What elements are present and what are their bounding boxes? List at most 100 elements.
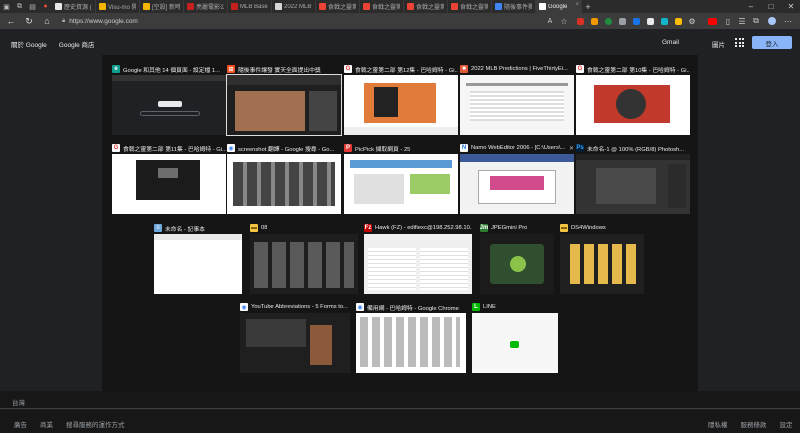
footer-link-privacy[interactable]: 隱私權 (708, 419, 728, 429)
vertical-tabs-icon[interactable]: ▤ (26, 0, 39, 13)
window-title: 未命名-1 @ 100% (RGB/8) Photosh... (587, 146, 685, 153)
extension-yellow-icon[interactable] (672, 13, 684, 29)
images-link[interactable]: 圖片 (712, 39, 725, 49)
window-card[interactable]: ◉ screenshot 翻譯 - Google 搜尋 - Go... (227, 142, 341, 214)
extension-red-icon[interactable] (574, 13, 586, 29)
close-window-icon[interactable]: ✕ (567, 145, 574, 152)
tab-favicon-icon (319, 3, 326, 10)
collections-icon[interactable]: ⧉ (750, 13, 762, 29)
browser-tab[interactable]: Google × (536, 0, 582, 13)
workspaces-icon[interactable]: ⧉ (13, 0, 26, 13)
window-thumbnail (112, 75, 226, 135)
favorite-star-icon[interactable]: ☆ (558, 13, 570, 29)
youtube-extension-icon[interactable] (706, 13, 718, 29)
window-card[interactable]: e Google 和其他 14 個頁面 - 設定檔 1... (112, 63, 226, 135)
sidebar-icon[interactable]: ▯ (722, 13, 734, 29)
read-aloud-icon[interactable]: A (544, 13, 556, 29)
tab-favicon-icon (363, 3, 370, 10)
extension-puzzle-icon[interactable]: ⚙ (686, 13, 698, 29)
browser-tab[interactable]: 食戟之靈第... (316, 0, 360, 13)
window-card[interactable]: Ps 未命名-1 @ 100% (RGB/8) Photosh... (576, 142, 690, 214)
window-title: Namo WebEditor 2006 - [C:\Users\... (471, 145, 566, 151)
window-card[interactable]: Fz Hawk (FZ) - edifiexc@198.252.98.10... (364, 222, 472, 294)
new-tab-button[interactable]: + (582, 2, 594, 12)
profile-icon[interactable] (766, 13, 778, 29)
window-title: 食戟之靈第二部 第12集 - 巴哈姆特 - Gi... (355, 67, 458, 74)
tab-title: Visu-mo 開刊... (108, 5, 136, 11)
browser-tab[interactable]: MLB Baseball... (228, 0, 272, 13)
gmail-link[interactable]: Gmail (662, 39, 679, 46)
windows-icon: ⊞ (227, 65, 235, 73)
tab-strip: ▣ ⧉ ▤ ● 歷史資源 (Go... Visu-mo 開刊... [空設] 新時尚… (0, 0, 800, 13)
browser-tab[interactable]: 隨後事件獨... (492, 0, 536, 13)
extension-green-icon[interactable] (602, 13, 614, 29)
namo-icon: N (460, 144, 468, 152)
browser-tab[interactable]: 食戟之靈第... (448, 0, 492, 13)
footer-left-links: 廣告 商業 搜尋服務的運作方式 (14, 419, 125, 429)
home-icon[interactable]: ⌂ (38, 13, 56, 29)
refresh-icon[interactable]: ↻ (20, 13, 38, 29)
window-card[interactable]: ⊞ 隨後事件讓發 實天全面提出中獎 (226, 63, 342, 136)
minimize-button[interactable]: – (742, 0, 760, 13)
address-bar[interactable]: 🔒︎ https://www.google.com (62, 15, 502, 27)
sign-in-button[interactable]: 登入 (752, 36, 792, 49)
favorites-icon[interactable]: ☰ (736, 13, 748, 29)
ps-icon: Ps (576, 144, 584, 152)
extension-white-icon[interactable] (644, 13, 656, 29)
window-title: screenshot 翻譯 - Google 搜尋 - Go... (238, 146, 335, 153)
window-switcher-overlay: e Google 和其他 14 個頁面 - 設定檔 1... ⊞ 隨後事件讓發 實天全… (102, 55, 698, 391)
extension-blue-icon[interactable] (630, 13, 642, 29)
about-google-link[interactable]: 關於 Google (11, 39, 47, 49)
edge-icon: e (112, 65, 120, 73)
window-card[interactable]: ◉ 備用網 - 巴哈姆特 - Google Chrome (356, 301, 466, 373)
window-card[interactable]: ▬ 08 (250, 222, 358, 294)
window-card[interactable]: G 食戟之靈第二部 第10集 - 巴哈姆特 - Gi... (576, 63, 690, 135)
top-nav-left: 關於 Google Google 商店 (11, 39, 95, 49)
folder-icon: ▬ (250, 224, 258, 232)
close-tab-icon[interactable]: × (575, 2, 579, 8)
extension-orange-icon[interactable] (588, 13, 600, 29)
footer-link-how-search-works[interactable]: 搜尋服務的運作方式 (66, 419, 125, 429)
browser-tab[interactable]: 2022 MLB P... (272, 0, 316, 13)
browser-tab[interactable]: 食戟之靈第... (360, 0, 404, 13)
gamer-icon: G (576, 65, 584, 73)
picpick-icon: P (344, 144, 352, 152)
window-title: DS4Windows (571, 225, 606, 231)
window-card[interactable]: G 食戟之靈第二部 第11集 - 巴哈姆特 - Gi... (112, 142, 226, 214)
footer-link-ads[interactable]: 廣告 (14, 419, 27, 429)
window-card[interactable]: ▬ DS4Windows (560, 222, 644, 294)
browser-tab[interactable]: 食戟之靈第... (404, 0, 448, 13)
window-card[interactable]: L LINE (472, 301, 558, 373)
browser-tab[interactable]: 歷史資源 (Go... (52, 0, 96, 13)
footer-link-settings[interactable]: 設定 (780, 419, 793, 429)
record-icon[interactable]: ● (39, 0, 52, 13)
maximize-button[interactable]: □ (762, 0, 780, 13)
back-icon[interactable]: ← (2, 13, 20, 29)
extension-gray-icon[interactable] (616, 13, 628, 29)
footer-link-terms[interactable]: 服務條款 (741, 419, 767, 429)
window-card[interactable]: ≡ 未命名 - 記事本 (154, 222, 242, 294)
extension-teal-icon[interactable] (658, 13, 670, 29)
apps-grid-icon[interactable] (735, 38, 744, 47)
window-menu-icon[interactable]: ▣ (0, 0, 13, 13)
close-window-button[interactable]: ✕ (782, 0, 800, 13)
window-card[interactable]: ■ 2022 MLB Predictions | FiveThirtyEi... (460, 63, 574, 135)
window-card[interactable]: Jm JPEGmini Pro (480, 222, 554, 294)
google-store-link[interactable]: Google 商店 (59, 39, 95, 49)
window-thumbnail (240, 313, 350, 373)
more-menu-icon[interactable]: ⋯ (782, 13, 794, 29)
window-card[interactable]: ◉ YouTube Abbreviations - 5 Forms to... (240, 301, 350, 373)
window-thumbnail (112, 154, 226, 214)
window-title: 食戟之靈第二部 第10集 - 巴哈姆特 - Gi... (587, 67, 690, 74)
browser-tab[interactable]: [空設] 新時尚... (140, 0, 184, 13)
window-card[interactable]: N Namo WebEditor 2006 - [C:\Users\... ✕ (460, 142, 574, 214)
window-title: Google 和其他 14 個頁面 - 設定檔 1... (123, 67, 220, 74)
tab-favicon-icon (407, 3, 414, 10)
window-card[interactable]: G 食戟之靈第二部 第12集 - 巴哈姆特 - Gi... (344, 63, 458, 135)
browser-tab[interactable]: 亮麗電影公布... (184, 0, 228, 13)
browser-tab[interactable]: Visu-mo 開刊... (96, 0, 140, 13)
tab-favicon-icon (539, 3, 546, 10)
window-thumbnail (364, 234, 472, 294)
footer-link-business[interactable]: 商業 (40, 419, 53, 429)
window-card[interactable]: P PicPick 擷取網頁 - 25 (344, 142, 458, 214)
